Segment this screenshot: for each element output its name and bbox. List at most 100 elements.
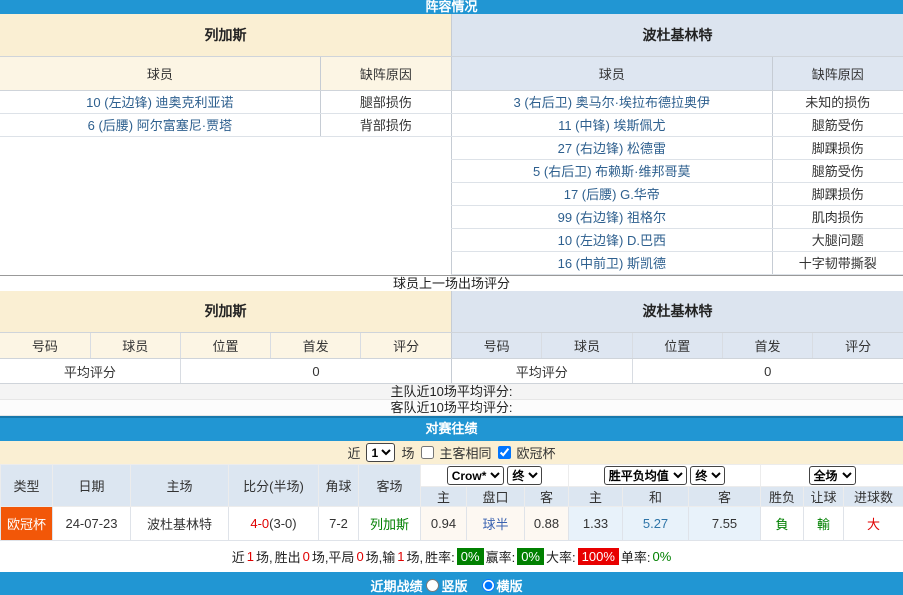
player-link[interactable]: 10 (左边锋) D.巴西 — [558, 233, 666, 248]
ratings-tables: 列加斯 号码 球员 位置 首发 评分 平均评分 0 波杜基林特 号码 球员 位置… — [0, 291, 903, 385]
odds-stage-select[interactable]: 终 — [507, 466, 542, 485]
home-team-name: 列加斯 — [0, 14, 451, 56]
away-player-col-header: 球员 — [452, 56, 773, 90]
table-row: 3 (右后卫) 奥马尔·埃拉布德拉奥伊 未知的损伤 — [452, 90, 903, 113]
col-position: 位置 — [632, 333, 722, 359]
col-number: 号码 — [452, 333, 542, 359]
odds-group-header: Crow* 终 — [421, 465, 569, 487]
h2h-summary: 近 1 场, 胜出 0 场,平局 0 场,输 1 场, 胜率: 0% 赢率: 0… — [0, 541, 903, 572]
away-last10-rating: 客队近10场平均评分: — [0, 400, 903, 416]
match-type-link[interactable]: 欧冠杯 — [1, 507, 53, 541]
col-rating: 评分 — [813, 333, 903, 359]
match-count-select[interactable]: 1 — [366, 443, 395, 462]
player-link[interactable]: 6 (后腰) 阿尔富塞尼·贾塔 — [88, 118, 232, 133]
odds-source-select[interactable]: Crow* — [447, 466, 504, 485]
vertical-layout-radio[interactable] — [426, 579, 439, 592]
home-ratings-table: 列加斯 号码 球员 位置 首发 评分 平均评分 0 — [0, 291, 451, 385]
vertical-layout-label[interactable]: 竖版 — [441, 576, 467, 595]
avg-group-header: 胜平负均值 终 — [569, 465, 761, 487]
table-row: 11 (中锋) 埃斯佩尤 腿筋受伤 — [452, 113, 903, 136]
horizontal-layout-radio[interactable] — [482, 579, 495, 592]
away-reason-col-header: 缺阵原因 — [772, 56, 903, 90]
away-team-name: 波杜基林特 — [452, 14, 903, 56]
same-venue-checkbox[interactable] — [421, 446, 434, 459]
avg-home-value: 1.33 — [569, 507, 623, 541]
absence-reason: 腿筋受伤 — [812, 118, 864, 133]
player-link[interactable]: 17 (后腰) G.华帝 — [564, 187, 660, 202]
avg-draw-value: 5.27 — [623, 507, 689, 541]
col-odds-home: 主 — [421, 487, 467, 507]
cup-checkbox[interactable] — [498, 446, 511, 459]
col-odds-away: 客 — [525, 487, 569, 507]
summary-t3: 场,输 — [366, 547, 396, 566]
summary-t4: 场, — [407, 547, 424, 566]
table-row: 10 (左边锋) D.巴西 大腿问题 — [452, 228, 903, 251]
odds-away-value: 0.88 — [525, 507, 569, 541]
summary-t1: 场, — [256, 547, 273, 566]
half-score: (3-0) — [269, 516, 296, 531]
page: 阵容情况 列加斯 球员 缺阵原因 10 (左边锋) 迪奥克利亚诺 腿部损伤 6 … — [0, 0, 903, 595]
col-score: 比分(半场) — [229, 465, 319, 507]
home-team-name: 列加斯 — [0, 291, 451, 333]
absence-reason: 十字韧带撕裂 — [799, 256, 877, 271]
table-row: 6 (后腰) 阿尔富塞尼·贾塔 背部损伤 — [0, 113, 451, 136]
single-rate-label: 单率: — [621, 547, 651, 566]
player-link[interactable]: 27 (右边锋) 松德雷 — [558, 141, 666, 156]
col-corner: 角球 — [319, 465, 359, 507]
away-team-link[interactable]: 列加斯 — [359, 507, 421, 541]
avg-away-value: 7.55 — [689, 507, 761, 541]
home-lineup-table: 列加斯 球员 缺阵原因 10 (左边锋) 迪奥克利亚诺 腿部损伤 6 (后腰) … — [0, 14, 451, 137]
h2h-section-title: 对赛往绩 — [0, 416, 903, 441]
col-starting: 首发 — [722, 333, 812, 359]
col-player: 球员 — [542, 333, 632, 359]
table-row: 99 (右边锋) 祖格尔 肌肉损伤 — [452, 205, 903, 228]
recent-results-title: 近期战绩 — [370, 576, 422, 595]
table-row: 16 (中前卫) 斯凯德 十字韧带撕裂 — [452, 251, 903, 274]
summary-win-label: 胜出 — [275, 547, 301, 566]
player-link[interactable]: 5 (右后卫) 布赖斯·维邦哥莫 — [533, 164, 690, 179]
h2h-table: 类型 日期 主场 比分(半场) 角球 客场 Crow* 终 胜平负均值 终 全场 — [0, 464, 903, 541]
home-reason-col-header: 缺阵原因 — [320, 56, 451, 90]
col-avg-home: 主 — [569, 487, 623, 507]
absence-reason: 大腿问题 — [812, 233, 864, 248]
profit-rate-badge: 0% — [517, 548, 544, 565]
col-player: 球员 — [90, 333, 180, 359]
scope-select[interactable]: 全场 — [809, 466, 856, 485]
full-score: 4-0 — [250, 516, 269, 531]
absence-reason: 未知的损伤 — [805, 95, 870, 110]
single-rate-value: 0% — [653, 549, 672, 564]
avg-source-select[interactable]: 胜平负均值 — [604, 466, 687, 485]
lineup-section-title: 阵容情况 — [0, 0, 903, 14]
player-link[interactable]: 11 (中锋) 埃斯佩尤 — [558, 118, 665, 133]
goals-value: 大 — [844, 507, 903, 541]
away-ratings-table: 波杜基林特 号码 球员 位置 首发 评分 平均评分 0 — [451, 291, 903, 385]
col-goals: 进球数 — [844, 487, 903, 507]
horizontal-layout-label[interactable]: 横版 — [497, 576, 523, 595]
away-lineup-table: 波杜基林特 球员 缺阵原因 3 (右后卫) 奥马尔·埃拉布德拉奥伊 未知的损伤 … — [451, 14, 903, 275]
col-handicap-result: 让球 — [804, 487, 844, 507]
summary-draws: 0 — [356, 549, 363, 564]
near-label: 近 — [347, 443, 360, 462]
player-link[interactable]: 99 (右边锋) 祖格尔 — [558, 210, 666, 225]
player-link[interactable]: 3 (右后卫) 奥马尔·埃拉布德拉奥伊 — [514, 95, 710, 110]
table-row: 17 (后腰) G.华帝 脚踝损伤 — [452, 182, 903, 205]
lineup-tables: 列加斯 球员 缺阵原因 10 (左边锋) 迪奥克利亚诺 腿部损伤 6 (后腰) … — [0, 14, 903, 275]
handicap-value: 球半 — [467, 507, 525, 541]
win-rate-badge: 0% — [457, 548, 484, 565]
home-player-col-header: 球员 — [0, 56, 320, 90]
player-link[interactable]: 10 (左边锋) 迪奥克利亚诺 — [86, 95, 233, 110]
win-rate-label: 胜率: — [425, 547, 455, 566]
col-position: 位置 — [180, 333, 270, 359]
player-link[interactable]: 16 (中前卫) 斯凯德 — [558, 256, 666, 271]
big-rate-label: 大率: — [546, 547, 576, 566]
summary-total: 1 — [247, 549, 254, 564]
col-starting: 首发 — [271, 333, 361, 359]
handicap-result-value: 輸 — [804, 507, 844, 541]
col-away: 客场 — [359, 465, 421, 507]
home-team-link[interactable]: 波杜基林特 — [131, 507, 229, 541]
ratings-caption: 球员上一场出场评分 — [0, 275, 903, 291]
same-venue-label: 主客相同 — [440, 443, 492, 462]
avg-stage-select[interactable]: 终 — [690, 466, 725, 485]
absence-reason: 肌肉损伤 — [812, 210, 864, 225]
unit-label: 场 — [401, 443, 414, 462]
